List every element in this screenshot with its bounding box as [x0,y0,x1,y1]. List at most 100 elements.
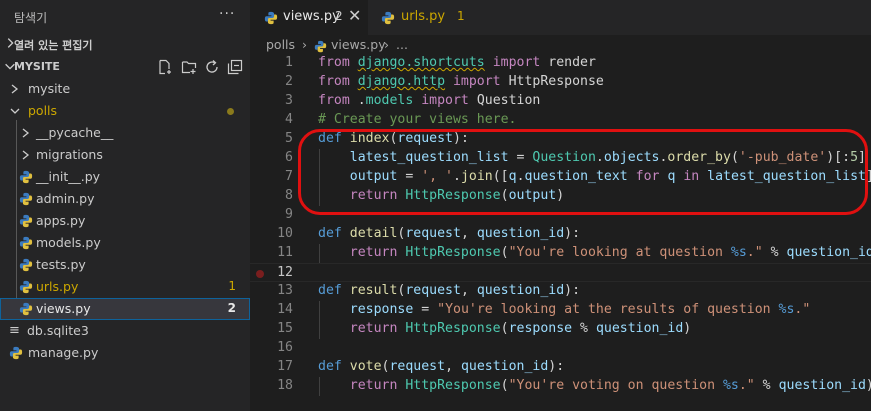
code-token: models [365,93,414,108]
tree-item-tests[interactable]: tests.py [0,254,250,276]
python-file-icon [19,302,33,316]
breadcrumb-symbol[interactable]: ... [396,37,408,52]
workspace-label: MYSITE [14,60,60,73]
line-number: 2 [285,74,293,89]
code-line[interactable]: 3 from .models import Question [250,92,871,111]
tree-item-models[interactable]: models.py [0,232,250,254]
code-token: request [405,283,461,298]
workspace-section[interactable]: MYSITE [0,56,250,78]
code-text: return HttpResponse("You're looking at q… [318,245,871,260]
tree-item-pycache[interactable]: __pycache__ [0,122,250,144]
tree-item-polls[interactable]: polls [0,100,250,122]
code-token: ." [794,302,811,317]
highlight-annotation [298,129,868,215]
tree-item-mysite[interactable]: mysite [0,78,250,100]
chevron-down-icon [10,108,20,114]
indent-guide [319,244,320,263]
refresh-icon[interactable] [204,59,220,75]
tree-item-urls[interactable]: urls.py 1 [0,276,250,298]
tree-item-migrations[interactable]: migrations [0,144,250,166]
database-file-icon: ≡ [9,323,20,338]
code-line[interactable]: 17 def vote(request, question_id): [250,358,871,377]
collapse-all-icon[interactable] [227,59,243,75]
code-text: def vote(request, question_id): [318,359,564,374]
tab-problem-badge: 1 [457,9,465,23]
code-token: = [413,302,438,317]
code-token: return [349,378,406,393]
breadcrumb-folder[interactable]: polls [266,37,295,52]
code-line[interactable]: 15 return HttpResponse(response % questi… [250,320,871,339]
tree-item-label: views.py [36,301,91,316]
breadcrumb-file[interactable]: views.py [331,37,386,52]
tree-item-init[interactable]: __init__.py [0,166,250,188]
code-token: import [445,74,509,89]
tree-item-views[interactable]: views.py 2 [0,298,250,320]
code-token: response [508,321,573,336]
code-line[interactable]: 12 [250,263,871,282]
python-file-icon [19,192,33,206]
tree-item-label: polls [28,103,58,118]
code-token: ) [866,378,871,393]
code-token: ( [500,321,509,336]
tree-item-label: db.sqlite3 [27,323,89,338]
explorer-title: 탐색기 [14,11,48,25]
tree-item-label: apps.py [36,213,86,228]
code-token: request [389,359,446,374]
tab-urls-py[interactable]: urls.py 1 [368,0,478,35]
code-line[interactable]: 1 from django.shortcuts import render [250,54,871,73]
code-token: detail [349,226,398,241]
code-token: question_id [786,245,871,260]
line-number: 6 [285,150,293,165]
code-token: . [357,93,366,108]
code-line[interactable]: 18 return HttpResponse("You're voting on… [250,377,871,396]
code-text: response = "You're looking at the result… [318,302,811,317]
open-editors-section[interactable]: 열려 있는 편집기 [0,33,250,55]
python-file-icon [19,170,33,184]
chevron-right-icon [22,150,30,160]
code-token: ( [500,378,509,393]
more-actions-icon[interactable]: ··· [219,6,235,22]
tree-item-admin[interactable]: admin.py [0,188,250,210]
line-number: 16 [277,340,293,355]
code-token: , [460,226,477,241]
code-token: import [484,55,549,70]
code-token: # Create your views here. [318,112,517,127]
new-folder-icon[interactable] [181,59,197,75]
code-token: result [349,283,398,298]
tab-bar: views.py 2 ✕ urls.py 1 [250,0,871,35]
code-text: from django.shortcuts import render [318,55,596,70]
line-number: 10 [277,226,293,241]
tree-item-label: __init__.py [36,169,101,184]
code-text: return HttpResponse("You're voting on qu… [318,378,871,393]
code-line[interactable]: 10 def detail(request, question_id): [250,225,871,244]
code-token: , [445,359,461,374]
code-token: ) [683,321,692,336]
code-line[interactable]: 13 def result(request, question_id): [250,282,871,301]
new-file-icon[interactable] [157,59,173,75]
code-token: ): [564,226,581,241]
line-number: 1 [285,55,293,70]
code-line[interactable]: 11 return HttpResponse("You're looking a… [250,244,871,263]
code-token: def [318,283,350,298]
code-token: HttpResponse [405,245,501,260]
line-number: 9 [285,207,293,222]
code-token: django.shortcuts [357,55,485,70]
code-token: question_id [778,378,866,393]
code-line[interactable]: 16 [250,339,871,358]
code-token: return [349,245,406,260]
tree-item-db[interactable]: ≡ db.sqlite3 [0,320,250,342]
code-line[interactable]: 14 response = "You're looking at the res… [250,301,871,320]
code-token: question_id [595,321,684,336]
code-token: %s [730,245,747,260]
breadcrumb-separator: › [384,37,389,52]
code-text: def result(request, question_id): [318,283,580,298]
tree-item-manage[interactable]: manage.py [0,342,250,364]
modified-dot-icon [227,108,234,115]
tab-views-py[interactable]: views.py 2 ✕ [250,0,368,35]
code-text: return HttpResponse(response % question_… [318,321,691,336]
code-line[interactable]: 4 # Create your views here. [250,111,871,130]
code-line[interactable]: 2 from django.http import HttpResponse [250,73,871,92]
tree-item-apps[interactable]: apps.py [0,210,250,232]
close-tab-icon[interactable]: ✕ [348,6,361,25]
